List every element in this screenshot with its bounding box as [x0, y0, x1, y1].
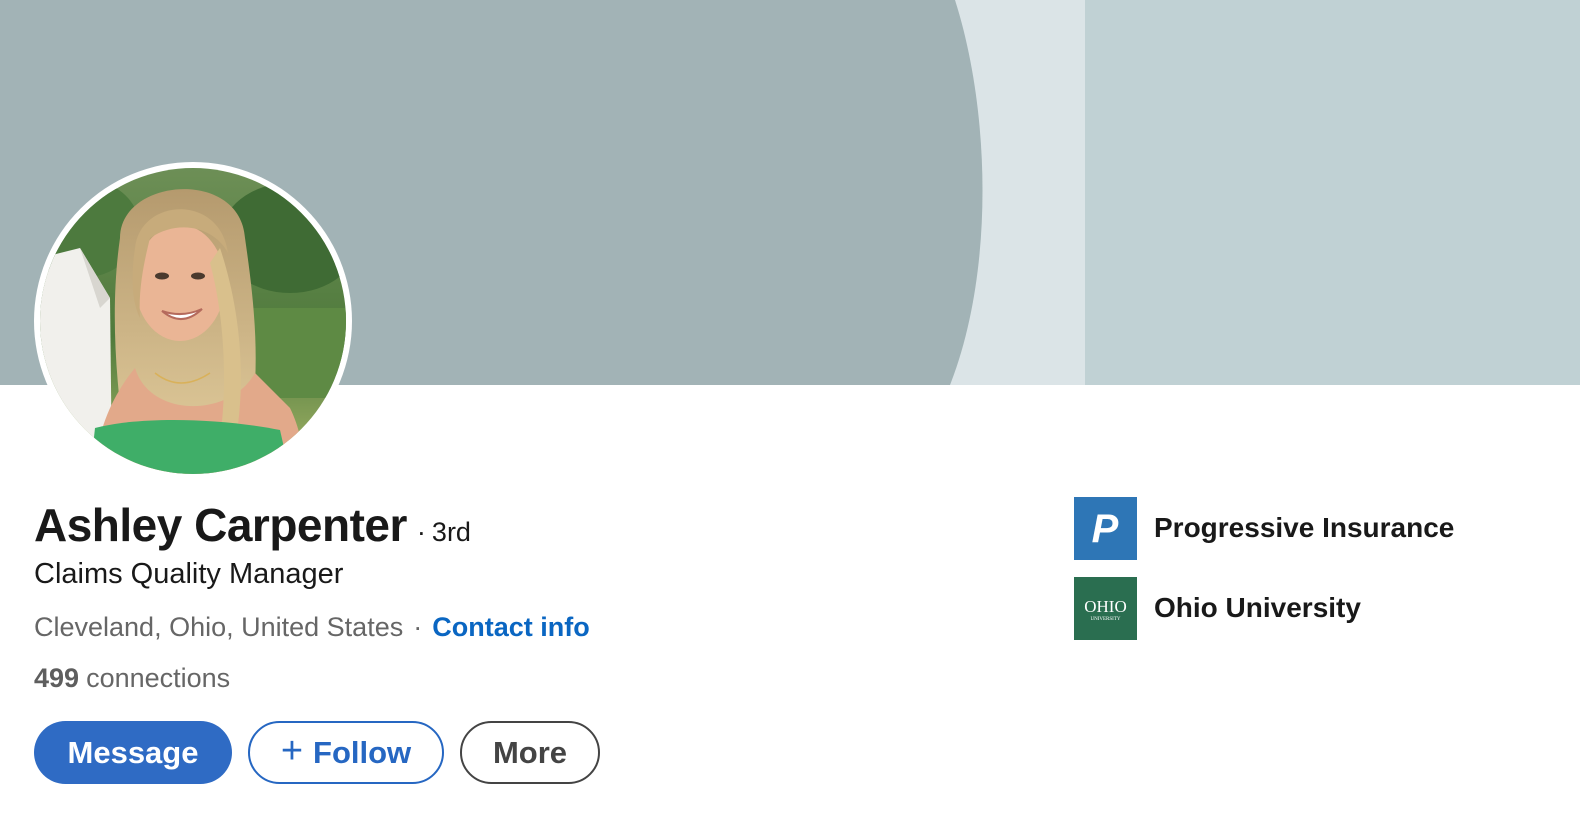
connections-link[interactable]: 499 connections — [34, 663, 230, 694]
message-button[interactable]: Message — [34, 721, 232, 784]
contact-info-link[interactable]: Contact info — [432, 612, 589, 643]
education-name: Ohio University — [1154, 592, 1361, 623]
ohio-logo-text: OHIO — [1084, 597, 1127, 616]
profile-location: Cleveland, Ohio, United States — [34, 612, 404, 642]
follow-button[interactable]: + Follow — [248, 721, 444, 784]
name-row: Ashley Carpenter · 3rd — [34, 498, 471, 552]
profile-headline: Claims Quality Manager — [34, 558, 344, 590]
current-company-name: Progressive Insurance — [1154, 512, 1455, 543]
ohio-university-logo-icon: OHIO UNIVERSITY — [1074, 576, 1137, 640]
progressive-logo-icon: P — [1074, 496, 1137, 560]
more-button-label: More — [492, 734, 568, 770]
avatar-photo — [40, 168, 346, 474]
profile-avatar[interactable] — [34, 162, 352, 480]
more-button[interactable]: More — [460, 721, 600, 784]
degree-label: 3rd — [431, 517, 471, 547]
follow-button-label: Follow — [313, 734, 412, 770]
location-row: Cleveland, Ohio, United States · Contact… — [34, 612, 590, 643]
plus-icon: + — [280, 729, 304, 772]
connection-degree: · 3rd — [417, 517, 471, 548]
profile-card: Ashley Carpenter · 3rd Claims Quality Man… — [0, 0, 1580, 826]
progressive-logo-letter: P — [1092, 507, 1119, 551]
connections-count: 499 — [34, 663, 80, 693]
education-link[interactable]: OHIO UNIVERSITY Ohio University — [1074, 576, 1454, 640]
location-separator: · — [413, 612, 423, 642]
connections-label: connections — [86, 663, 231, 693]
profile-actions: Message + Follow More — [34, 721, 600, 784]
profile-name: Ashley Carpenter — [34, 499, 407, 551]
profile-side-info: P Progressive Insurance OHIO UNIVERSITY … — [1074, 496, 1454, 656]
ohio-logo-subtext: UNIVERSITY — [1091, 617, 1121, 622]
message-button-label: Message — [67, 734, 199, 770]
degree-separator: · — [416, 517, 426, 547]
current-company-link[interactable]: P Progressive Insurance — [1074, 496, 1454, 560]
profile-photo-icon — [40, 168, 346, 474]
